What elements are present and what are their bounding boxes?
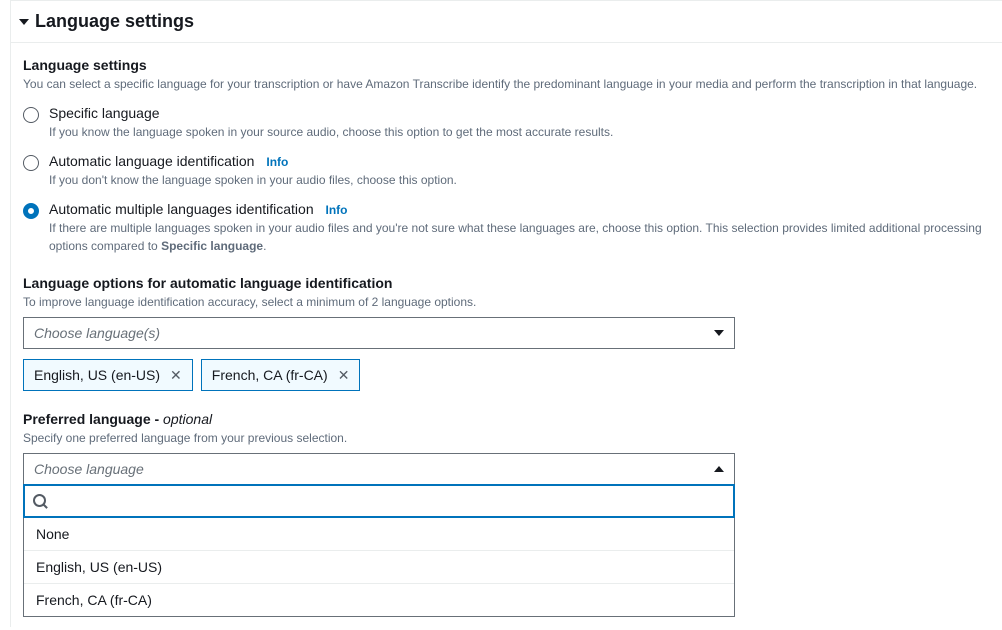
- dropdown-search-row: [23, 484, 735, 518]
- chevron-up-icon: [714, 466, 724, 472]
- preferred-language-helper: Specify one preferred language from your…: [23, 429, 990, 447]
- language-token-en-us: English, US (en-US) ✕: [23, 359, 193, 391]
- option-en-us[interactable]: English, US (en-US): [24, 550, 734, 583]
- info-link[interactable]: Info: [266, 155, 288, 169]
- title-main: Preferred language -: [23, 411, 163, 427]
- selected-language-tokens: English, US (en-US) ✕ French, CA (fr-CA)…: [23, 359, 990, 391]
- option-fr-ca[interactable]: French, CA (fr-CA): [24, 583, 734, 616]
- token-label: English, US (en-US): [34, 367, 160, 383]
- search-icon: [33, 494, 47, 508]
- preferred-language-dropdown[interactable]: Choose language: [23, 453, 735, 485]
- radio-description: If there are multiple languages spoken i…: [49, 219, 990, 255]
- intro-title: Language settings: [23, 57, 990, 73]
- collapse-caret-icon[interactable]: [19, 19, 29, 25]
- radio-automatic-language[interactable]: Automatic language identification Info I…: [23, 153, 990, 189]
- radio-label: Specific language: [49, 105, 160, 121]
- preferred-language-section: Preferred language - optional Specify on…: [23, 411, 990, 617]
- intro-block: Language settings You can select a speci…: [23, 57, 990, 93]
- chevron-down-icon: [714, 330, 724, 336]
- radio-label: Automatic multiple languages identificat…: [49, 201, 314, 217]
- section-content: Language settings You can select a speci…: [11, 43, 1002, 617]
- dropdown-search-input[interactable]: [55, 493, 725, 509]
- language-options-dropdown[interactable]: Choose language(s): [23, 317, 735, 349]
- section-title: Language settings: [35, 11, 194, 32]
- info-link[interactable]: Info: [326, 203, 348, 217]
- token-label: French, CA (fr-CA): [212, 367, 328, 383]
- language-options-helper: To improve language identification accur…: [23, 293, 990, 311]
- preferred-language-title: Preferred language - optional: [23, 411, 990, 427]
- desc-text-bold: Specific language: [161, 239, 263, 253]
- section-header[interactable]: Language settings: [11, 1, 1002, 43]
- language-options-section: Language options for automatic language …: [23, 275, 990, 391]
- language-settings-panel: Language settings Language settings You …: [10, 0, 1002, 627]
- remove-token-icon[interactable]: ✕: [170, 367, 182, 384]
- option-none[interactable]: None: [24, 518, 734, 550]
- intro-description: You can select a specific language for y…: [23, 75, 990, 93]
- dropdown-placeholder: Choose language: [34, 461, 144, 477]
- desc-text-post: .: [263, 239, 266, 253]
- radio-specific-language[interactable]: Specific language If you know the langua…: [23, 105, 990, 141]
- radio-icon: [23, 203, 39, 219]
- preferred-language-option-list: None English, US (en-US) French, CA (fr-…: [23, 518, 735, 617]
- remove-token-icon[interactable]: ✕: [338, 367, 350, 384]
- dropdown-placeholder: Choose language(s): [34, 325, 160, 341]
- radio-icon: [23, 155, 39, 171]
- radio-icon: [23, 107, 39, 123]
- radio-description: If you know the language spoken in your …: [49, 123, 990, 141]
- radio-description: If you don't know the language spoken in…: [49, 171, 990, 189]
- language-options-title: Language options for automatic language …: [23, 275, 990, 291]
- language-token-fr-ca: French, CA (fr-CA) ✕: [201, 359, 361, 391]
- title-optional: optional: [163, 411, 212, 427]
- radio-automatic-multiple-languages[interactable]: Automatic multiple languages identificat…: [23, 201, 990, 255]
- radio-label: Automatic language identification: [49, 153, 254, 169]
- language-mode-radio-group: Specific language If you know the langua…: [23, 105, 990, 255]
